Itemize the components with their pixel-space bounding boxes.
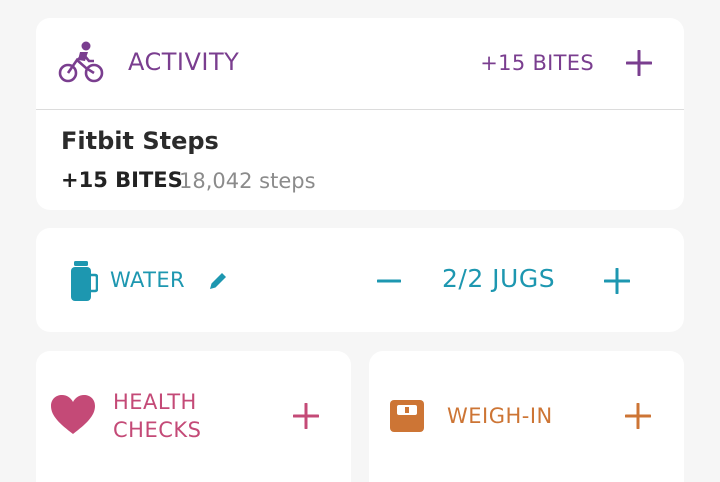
activity-card: ACTIVITY +15 BITES Fitbit Steps +15 BITE…	[36, 18, 684, 210]
bike-icon	[58, 41, 104, 83]
scale-icon	[390, 400, 424, 432]
plus-icon[interactable]	[625, 403, 651, 429]
activity-entry-name: Fitbit Steps	[61, 127, 219, 155]
water-card: WATER 2/2 JUGS	[36, 228, 684, 332]
water-title: WATER	[110, 268, 186, 292]
minus-icon[interactable]	[377, 269, 401, 293]
activity-entry-bites: +15 BITES	[61, 168, 183, 192]
weigh-in-title: WEIGH-IN	[447, 404, 553, 428]
health-checks-card[interactable]: HEALTH CHECKS	[36, 351, 351, 482]
activity-bites-total: +15 BITES	[480, 51, 594, 75]
plus-icon[interactable]	[626, 50, 652, 76]
health-checks-title-line2: CHECKS	[113, 418, 202, 442]
plus-icon[interactable]	[604, 268, 630, 294]
heart-icon	[51, 395, 95, 434]
health-checks-title-line1: HEALTH	[113, 390, 197, 414]
pencil-icon[interactable]	[207, 270, 229, 292]
plus-icon[interactable]	[293, 403, 319, 429]
activity-entry-steps: 18,042 steps	[179, 169, 316, 193]
water-jug-count: 2/2 JUGS	[442, 264, 556, 293]
activity-header: ACTIVITY +15 BITES	[36, 18, 684, 110]
jug-icon	[71, 261, 98, 301]
weigh-in-card[interactable]: WEIGH-IN	[369, 351, 684, 482]
activity-title: ACTIVITY	[128, 48, 240, 76]
